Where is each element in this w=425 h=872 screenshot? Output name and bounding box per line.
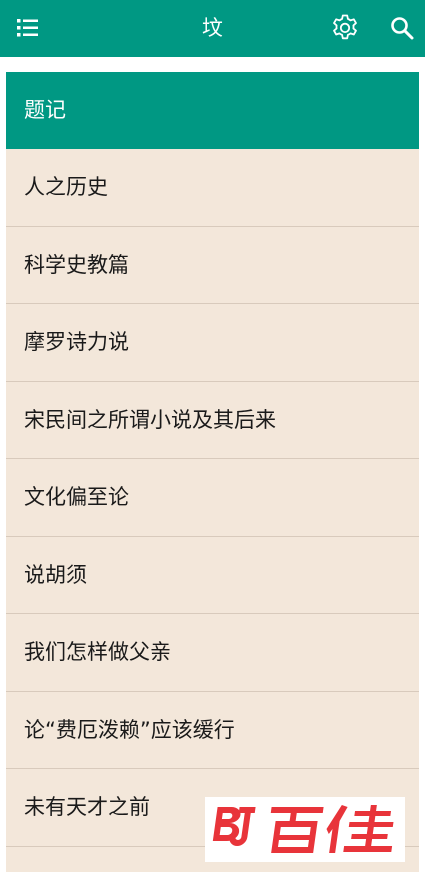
- list-item[interactable]: 文化偏至论: [6, 459, 419, 537]
- list-item[interactable]: 科学史教篇: [6, 227, 419, 304]
- chapter-list: 题记 人之历史 科学史教篇 摩罗诗力说 宋民间之所谓小说及其后来 文化偏至论 说…: [6, 72, 419, 872]
- page-title: 坟: [202, 16, 223, 40]
- list-item[interactable]: 宋民间之所谓小说及其后来: [6, 382, 419, 459]
- list-item[interactable]: 人之历史: [6, 149, 419, 227]
- app-bar: 坟: [0, 0, 425, 57]
- list-item[interactable]: 说胡须: [6, 537, 419, 614]
- settings-button[interactable]: [330, 13, 360, 43]
- gear-icon: [333, 14, 357, 40]
- list-item[interactable]: 论“费厄泼赖”应该缓行: [6, 692, 419, 769]
- search-button[interactable]: [388, 14, 416, 42]
- list-item[interactable]: 摩罗诗力说: [6, 304, 419, 382]
- watermark-logo: [205, 797, 405, 862]
- watermark-logo-graphic: [212, 805, 394, 853]
- list-header-item[interactable]: 题记: [6, 72, 419, 149]
- list-item[interactable]: 我们怎样做父亲: [6, 614, 419, 692]
- search-icon: [391, 17, 414, 40]
